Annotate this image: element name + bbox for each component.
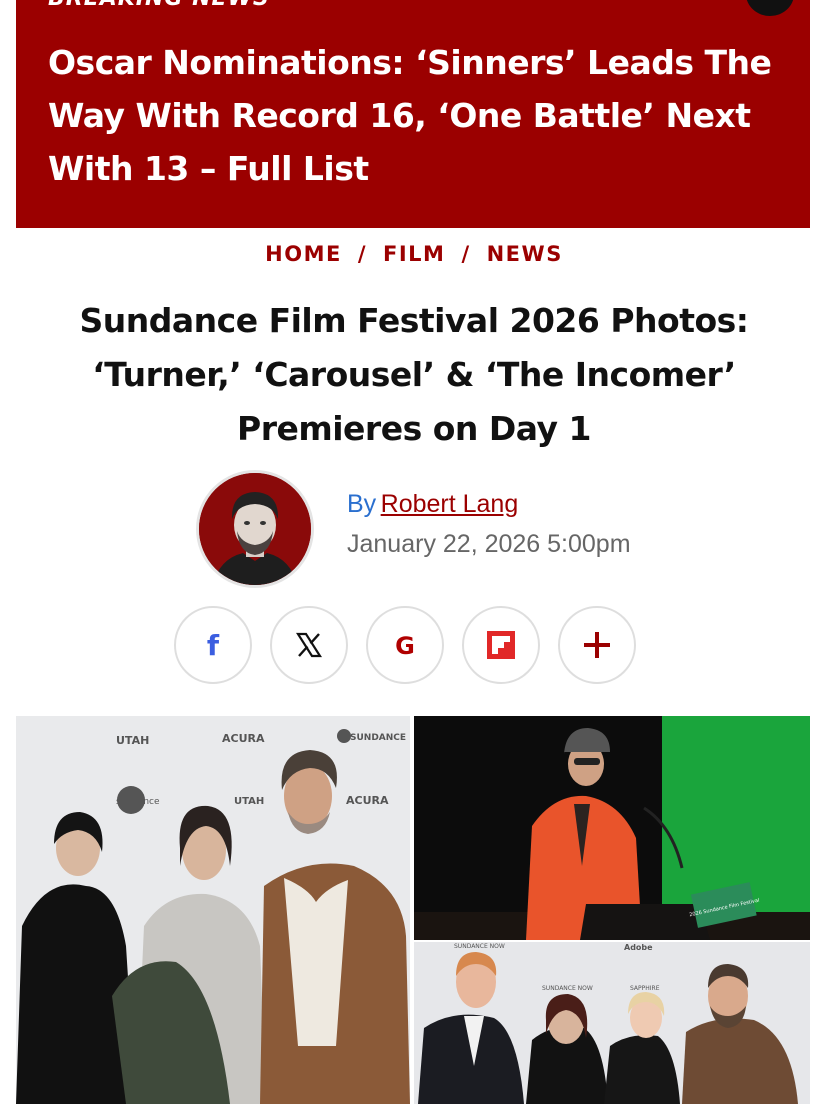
sponsor-logo-text: ACURA (346, 794, 389, 807)
author-avatar[interactable] (196, 470, 314, 588)
breadcrumb-separator: / (461, 242, 471, 266)
cast-red-carpet-image: Adobe SUNDANCE NOW SUNDANCE NOW SAPPHIRE (414, 942, 810, 1104)
breadcrumb: HOME / FILM / NEWS (0, 242, 828, 266)
byline: By Robert Lang (347, 490, 518, 519)
sponsor-logo-text: Adobe (624, 943, 653, 952)
x-icon (295, 632, 323, 658)
author-link[interactable]: Robert Lang (381, 490, 519, 518)
byline-prefix: By (347, 490, 377, 518)
svg-text:f: f (207, 630, 220, 660)
photo-premiere-red-carpet[interactable]: UTAH ACURA SUNDANCE sundance ACURA UTAH (16, 716, 410, 1104)
author-portrait-image (199, 473, 311, 585)
svg-text:G: G (395, 632, 415, 660)
sponsor-logo-text: SUNDANCE (350, 733, 406, 743)
facebook-icon: f (207, 630, 220, 660)
google-icon: G (395, 632, 415, 660)
sponsor-logo-text: SUNDANCE NOW (542, 985, 593, 992)
share-x-button[interactable] (270, 606, 348, 684)
share-more-button[interactable] (558, 606, 636, 684)
breaking-news-banner[interactable]: BREAKING NEWS Oscar Nominations: ‘Sinner… (16, 0, 810, 228)
premiere-red-carpet-image: UTAH ACURA SUNDANCE sundance ACURA UTAH (16, 716, 410, 1104)
share-facebook-button[interactable]: f (174, 606, 252, 684)
sponsor-logo-text: UTAH (234, 796, 264, 807)
breadcrumb-home[interactable]: HOME (265, 242, 342, 266)
flipboard-icon (487, 631, 515, 659)
breadcrumb-news[interactable]: NEWS (487, 242, 563, 266)
photo-festival-podium[interactable]: 2026 Sundance Film Festival (414, 716, 810, 940)
sponsor-logo-text: SAPPHIRE (630, 985, 660, 992)
breaking-news-headline[interactable]: Oscar Nominations: ‘Sinners’ Leads The W… (48, 36, 798, 195)
plus-icon (584, 632, 610, 658)
share-flipboard-button[interactable] (462, 606, 540, 684)
breaking-news-label: BREAKING NEWS (48, 0, 270, 11)
festival-podium-image: 2026 Sundance Film Festival (414, 716, 810, 940)
photo-cast-red-carpet[interactable]: Adobe SUNDANCE NOW SUNDANCE NOW SAPPHIRE (414, 942, 810, 1104)
breadcrumb-film[interactable]: FILM (383, 242, 445, 266)
breadcrumb-separator: / (357, 242, 367, 266)
sponsor-logo-text: UTAH (116, 734, 149, 747)
sponsor-logo-text: SUNDANCE NOW (454, 943, 505, 950)
article-title: Sundance Film Festival 2026 Photos: ‘Tur… (79, 301, 749, 448)
publish-date: January 22, 2026 5:00pm (347, 530, 631, 558)
share-google-button[interactable]: G (366, 606, 444, 684)
sponsor-logo-text: ACURA (222, 732, 265, 745)
close-icon[interactable] (746, 0, 794, 16)
